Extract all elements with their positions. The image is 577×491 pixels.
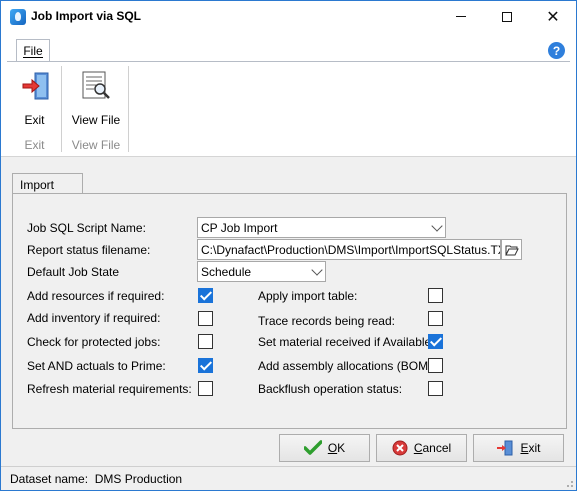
add-assembly-allocations-checkbox[interactable] <box>428 358 443 373</box>
cancel-button[interactable]: Cancel <box>376 434 467 462</box>
add-inventory-label: Add inventory if required: <box>27 311 161 325</box>
set-material-received-label: Set material received if Available: <box>258 335 435 349</box>
ribbon-group-view-file-label: View File <box>71 138 121 152</box>
ribbon-separator <box>128 66 129 152</box>
help-icon[interactable]: ? <box>548 42 565 59</box>
apply-import-table-label: Apply import table: <box>258 289 358 303</box>
set-and-actuals-label: Set AND actuals to Prime: <box>27 359 166 373</box>
add-resources-label: Add resources if required: <box>27 289 165 303</box>
refresh-material-checkbox[interactable] <box>198 381 213 396</box>
add-inventory-checkbox[interactable] <box>198 311 213 326</box>
set-material-received-checkbox[interactable] <box>428 334 443 349</box>
app-icon <box>10 9 26 25</box>
close-icon: ✕ <box>546 6 560 26</box>
trace-records-label: Trace records being read: <box>258 314 395 328</box>
ribbon-view-file-button[interactable]: View File <box>64 66 128 127</box>
status-bar: Dataset name: DMS Production <box>1 466 576 490</box>
exit-door-icon <box>497 440 513 456</box>
open-folder-icon <box>504 245 519 255</box>
cancel-label-rest: ancel <box>422 441 452 455</box>
ribbon-view-file-label: View File <box>71 113 121 127</box>
ribbon-group-exit-label: Exit <box>24 138 45 152</box>
apply-import-table-checkbox[interactable] <box>428 288 443 303</box>
check-protected-jobs-checkbox[interactable] <box>198 334 213 349</box>
minimize-button[interactable] <box>438 1 484 32</box>
window-title: Job Import via SQL <box>31 9 142 23</box>
ribbon: File ? Exit Exit View File View File <box>1 32 576 157</box>
checkmark-icon <box>303 440 322 455</box>
maximize-button[interactable] <box>484 1 530 32</box>
report-filename-label: Report status filename: <box>27 243 151 257</box>
ribbon-exit-label: Exit <box>24 113 45 127</box>
script-name-combo[interactable]: CP Job Import <box>197 217 446 238</box>
view-file-icon <box>82 71 110 99</box>
close-button[interactable]: ✕ <box>530 1 576 32</box>
title-bar[interactable]: Job Import via SQL ✕ <box>1 1 576 32</box>
refresh-material-label: Refresh material requirements: <box>27 382 192 396</box>
default-job-state-value: Schedule <box>201 265 252 279</box>
tab-file[interactable]: File <box>16 39 50 62</box>
check-protected-jobs-label: Check for protected jobs: <box>27 335 161 349</box>
script-name-label: Job SQL Script Name: <box>27 221 146 235</box>
ok-accel: O <box>327 441 338 455</box>
backflush-status-label: Backflush operation status: <box>258 382 403 396</box>
backflush-status-checkbox[interactable] <box>428 381 443 396</box>
maximize-icon <box>502 11 512 22</box>
exit-accel: E <box>520 441 529 455</box>
add-assembly-allocations-label: Add assembly allocations (BOM): <box>258 359 436 373</box>
script-name-value: CP Job Import <box>201 221 278 235</box>
default-job-state-combo[interactable]: Schedule <box>197 261 326 282</box>
resize-grip-icon[interactable] <box>564 478 574 488</box>
add-resources-checkbox[interactable] <box>198 288 213 303</box>
ribbon-exit-button[interactable]: Exit <box>7 66 62 127</box>
chevron-down-icon <box>432 222 442 232</box>
ok-button[interactable]: OK <box>279 434 370 462</box>
ribbon-divider <box>7 61 570 62</box>
exit-door-icon <box>22 72 49 100</box>
ribbon-group-view-file: View File View File <box>64 64 128 154</box>
tab-import-jobs[interactable]: Import Jobs <box>12 173 83 206</box>
cancel-icon <box>392 440 408 456</box>
report-filename-input[interactable]: C:\Dynafact\Production\DMS\Import\Import… <box>197 239 501 260</box>
dataset-name-status: Dataset name: DMS Production <box>10 472 183 486</box>
chevron-down-icon <box>312 266 322 276</box>
ok-label-rest: K <box>337 441 346 455</box>
trace-records-checkbox[interactable] <box>428 311 443 326</box>
ribbon-separator <box>61 66 62 152</box>
default-job-state-label: Default Job State <box>27 265 120 279</box>
ribbon-group-exit: Exit Exit <box>7 64 62 154</box>
minimize-icon <box>456 16 466 17</box>
job-import-window: Job Import via SQL ✕ File ? Exit Exit Vi… <box>0 0 577 491</box>
browse-folder-button[interactable] <box>501 239 522 260</box>
tab-file-label: File <box>23 43 43 58</box>
exit-button[interactable]: Exit <box>473 434 564 462</box>
set-and-actuals-checkbox[interactable] <box>198 358 213 373</box>
exit-label-rest: xit <box>528 441 541 455</box>
